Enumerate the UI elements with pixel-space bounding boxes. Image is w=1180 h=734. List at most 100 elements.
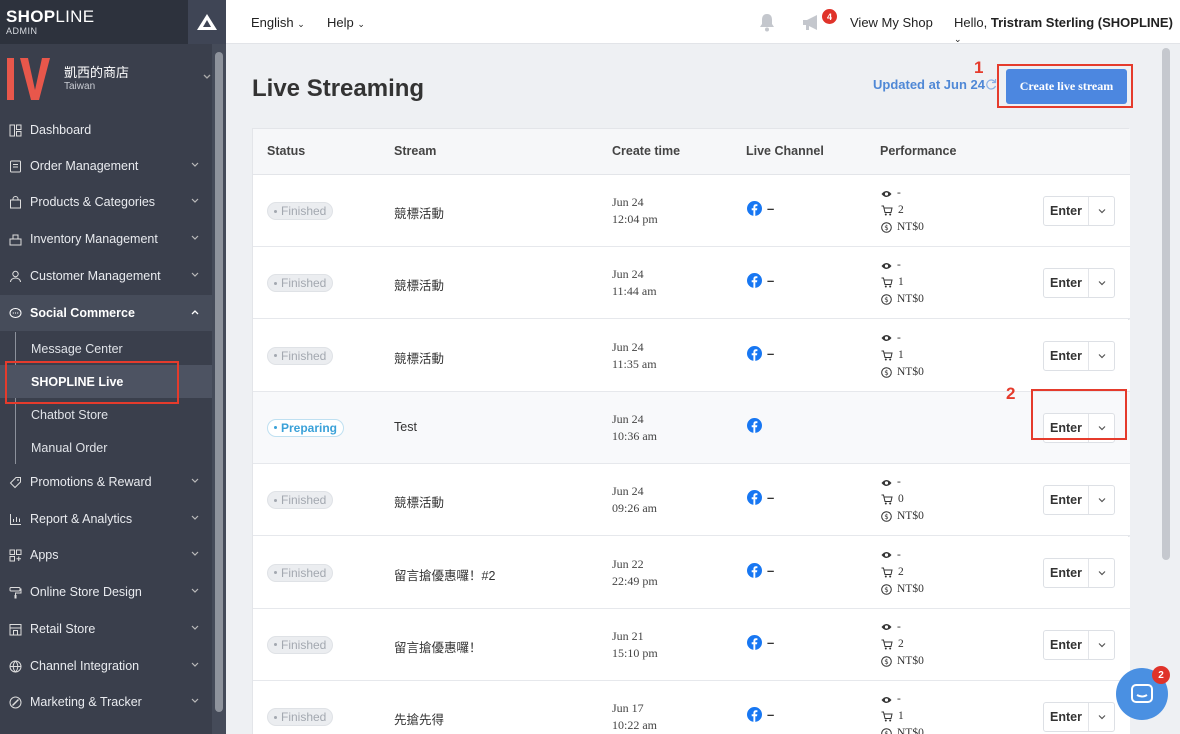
enter-button[interactable]: Enter <box>1044 703 1089 732</box>
create-date: Jun 21 <box>612 628 644 643</box>
sidebar-collapse-button[interactable] <box>188 0 226 44</box>
sidebar-item-report[interactable]: Report & Analytics <box>0 501 212 537</box>
enter-button[interactable]: Enter <box>1044 558 1089 587</box>
status-dot-icon <box>274 571 277 574</box>
sidebar-item-apps[interactable]: Apps <box>0 537 212 573</box>
views-value: - <box>897 620 901 633</box>
language-dropdown[interactable]: English ⌄ <box>251 15 305 30</box>
annotation-number-2: 2 <box>1006 384 1016 403</box>
main-scrollbar-track <box>1156 44 1180 734</box>
enter-button[interactable]: Enter <box>1044 486 1089 515</box>
sidebar-item-products[interactable]: Products & Categories <box>0 184 212 220</box>
dashboard-icon <box>8 123 22 137</box>
store-switcher[interactable]: 凱西的商店 Taiwan <box>0 44 212 112</box>
enter-button[interactable]: Enter <box>1044 197 1089 225</box>
column-header-stream: Stream <box>394 144 437 158</box>
revenue-value: NT$0 <box>897 727 924 734</box>
chevron-down-icon <box>203 74 211 79</box>
logo-subtitle: ADMIN <box>6 26 38 36</box>
target-icon <box>8 695 22 709</box>
table-header: Status Stream Create time Live Channel P… <box>253 129 1130 175</box>
sidebar-item-dashboard[interactable]: Dashboard <box>0 112 212 148</box>
sidebar-item-online-store-design[interactable]: Online Store Design <box>0 574 212 610</box>
enter-split-button: Enter <box>1043 268 1115 299</box>
chevron-down-icon <box>1098 715 1105 720</box>
sidebar-item-label: Online Store Design <box>30 585 142 599</box>
enter-dropdown-toggle[interactable] <box>1089 631 1114 659</box>
status-badge: Finished <box>267 708 334 727</box>
user-menu[interactable]: Hello, Tristram Sterling (SHOPLINE) ⌄ <box>954 15 1180 45</box>
cart-icon <box>881 567 893 577</box>
shopline-mark-icon <box>197 14 217 30</box>
sidebar-item-social-commerce[interactable]: Social Commerce <box>0 295 212 331</box>
chevron-down-icon <box>191 588 199 593</box>
enter-button[interactable]: Enter <box>1044 269 1089 298</box>
revenue-value: NT$0 <box>897 365 924 378</box>
revenue-stat: $ NT$0 <box>881 653 924 670</box>
orders-value: 2 <box>898 565 904 578</box>
enter-dropdown-toggle[interactable] <box>1089 342 1114 370</box>
orders-stat: 2 <box>881 564 924 581</box>
sidebar-item-retail-store[interactable]: Retail Store <box>0 611 212 647</box>
table-row: Finished 先搶先得 Jun 17 10:22 am – - 1 $ NT$0 Enter <box>253 681 1130 734</box>
help-dropdown[interactable]: Help ⌄ <box>327 15 365 30</box>
enter-dropdown-toggle[interactable] <box>1089 559 1114 587</box>
logo-bold-text: SHOP <box>6 7 56 26</box>
orders-value: 1 <box>898 710 904 723</box>
chevron-down-icon <box>1098 570 1105 575</box>
main-scrollbar[interactable] <box>1162 48 1170 560</box>
table-row: Finished 競標活動 Jun 24 12:04 pm – - 2 $ NT$0 Enter <box>253 175 1130 247</box>
sidebar-item-order-management[interactable]: Order Management <box>0 148 212 184</box>
revenue-stat: $ NT$0 <box>881 725 924 734</box>
stream-name: 先搶先得 <box>394 713 445 728</box>
dollar-coin-icon: $ <box>881 222 892 233</box>
shopline-logo[interactable]: SHOPLINE <box>6 7 94 27</box>
svg-text:$: $ <box>884 369 888 377</box>
sidebar-item-marketing-tracker[interactable]: Marketing & Tracker <box>0 684 212 720</box>
column-header-create-time: Create time <box>612 144 681 158</box>
dollar-coin-icon: $ <box>881 511 892 522</box>
views-stat: - <box>881 691 924 708</box>
sidebar-item-promotions[interactable]: Promotions & Reward <box>0 464 212 500</box>
create-time: Jun 24 11:44 am <box>612 266 657 300</box>
enter-dropdown-toggle[interactable] <box>1089 486 1114 514</box>
eye-icon <box>881 479 892 486</box>
live-channel: – <box>747 201 774 216</box>
channel-value: – <box>767 634 775 650</box>
highlight-frame-shopline-live <box>5 361 179 404</box>
enter-split-button: Enter <box>1043 629 1115 660</box>
sidebar-item-channel-integration[interactable]: Channel Integration <box>0 648 212 684</box>
revenue-stat: $ NT$0 <box>881 364 924 381</box>
status-label: Finished <box>281 637 327 652</box>
status-dot-icon <box>274 209 277 213</box>
enter-button[interactable]: Enter <box>1044 341 1089 370</box>
status-dot-icon <box>274 498 277 502</box>
eye-icon <box>881 552 892 558</box>
greeting-text: Hello, <box>954 15 988 30</box>
view-my-shop-link[interactable]: View My Shop <box>850 15 933 30</box>
facebook-icon <box>747 417 762 433</box>
megaphone-icon[interactable] <box>802 14 824 32</box>
chevron-down-icon <box>191 662 199 667</box>
sidebar-subitem-manual-order[interactable]: Manual Order <box>0 431 212 464</box>
enter-dropdown-toggle[interactable] <box>1089 197 1114 225</box>
sidebar-item-label: Dashboard <box>30 123 92 137</box>
stream-name: 競標活動 <box>394 207 445 221</box>
enter-dropdown-toggle[interactable] <box>1089 703 1114 731</box>
bell-icon[interactable] <box>758 13 776 32</box>
sidebar-item-customer[interactable]: Customer Management <box>0 258 212 294</box>
status-badge: Finished <box>267 563 334 582</box>
enter-split-button: Enter <box>1043 557 1115 588</box>
sidebar-scrollbar[interactable] <box>215 52 223 712</box>
orders-value: 0 <box>898 493 904 506</box>
enter-button[interactable]: Enter <box>1044 630 1089 659</box>
store-logo-icon <box>7 58 50 100</box>
create-clock: 09:26 am <box>612 501 657 516</box>
facebook-icon <box>747 707 762 723</box>
sidebar-item-inventory[interactable]: Inventory Management <box>0 221 212 257</box>
refresh-icon[interactable] <box>985 78 997 90</box>
revenue-stat: $ NT$0 <box>881 508 924 525</box>
svg-text:$: $ <box>884 296 888 304</box>
svg-text:$: $ <box>884 513 888 521</box>
enter-dropdown-toggle[interactable] <box>1089 269 1114 297</box>
